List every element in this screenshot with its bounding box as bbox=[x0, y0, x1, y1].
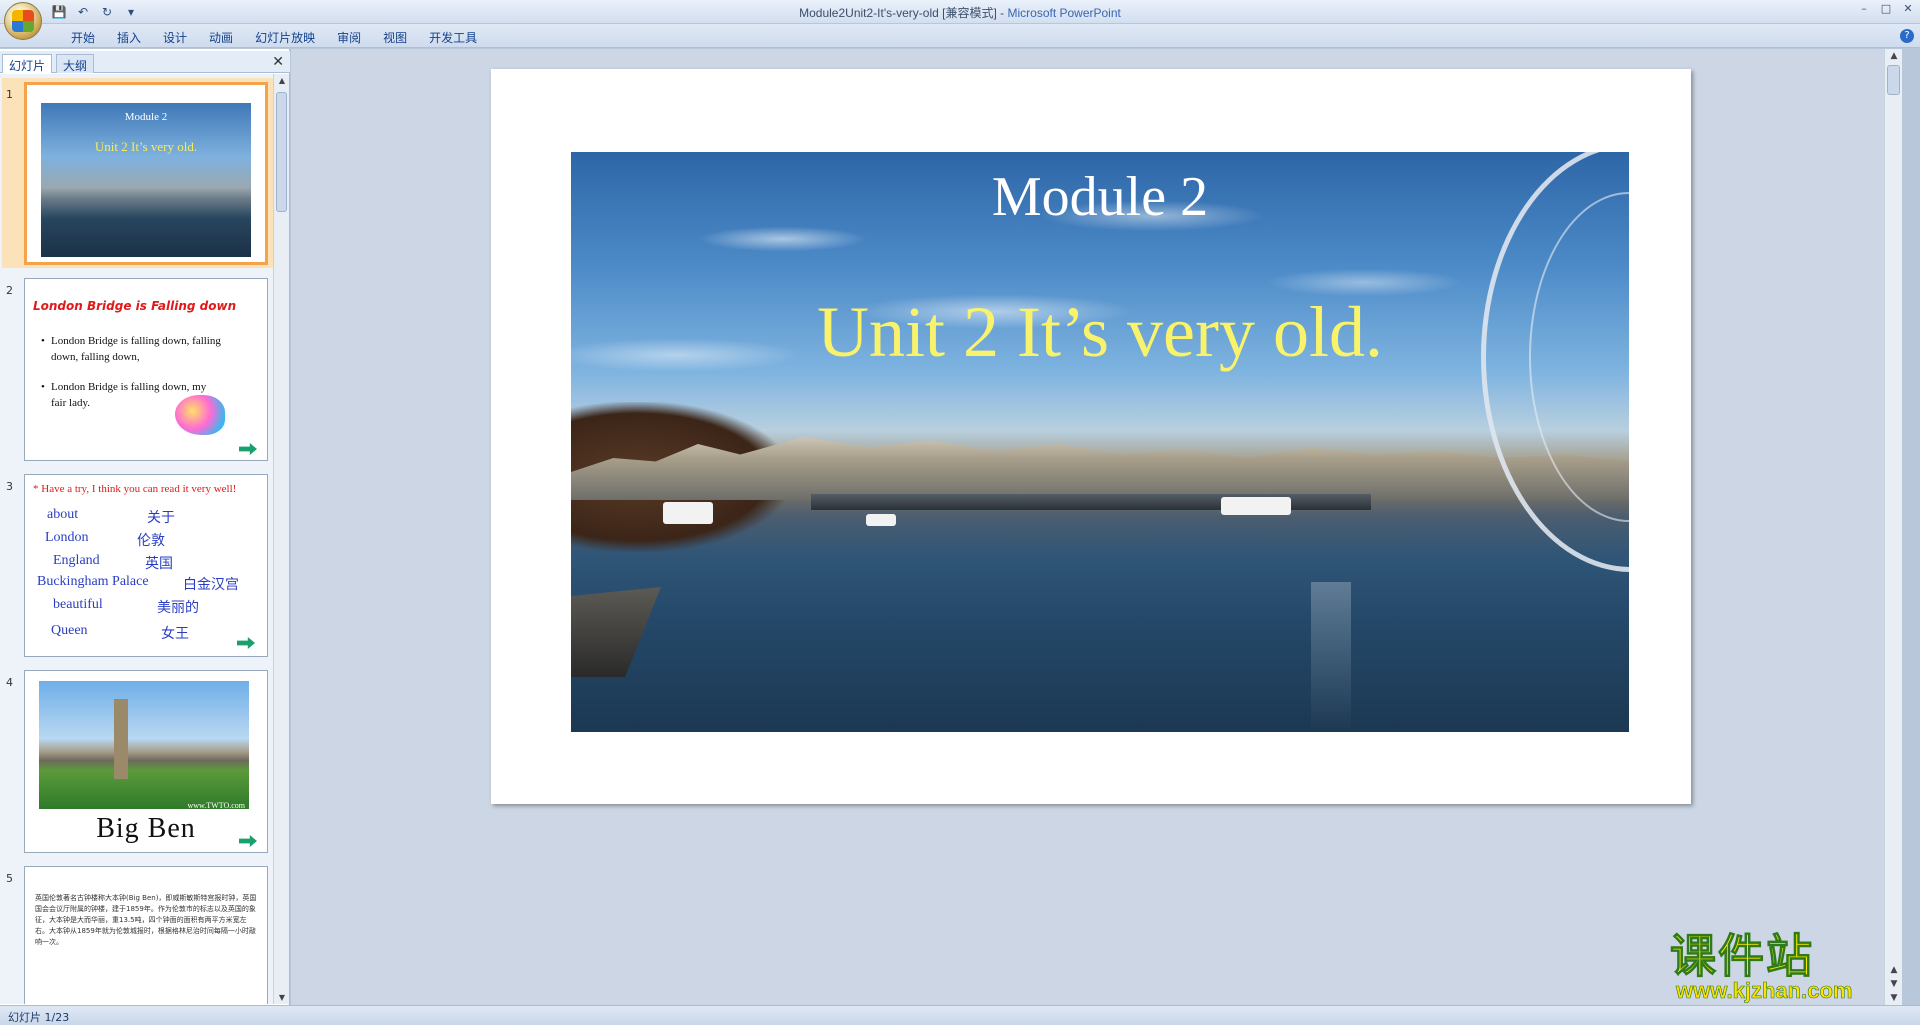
embankment bbox=[571, 587, 661, 677]
tab-insert[interactable]: 插入 bbox=[106, 29, 152, 46]
slide-editor: Module 2 Unit 2 It’s very old. ▲ ▲ ▼ ▼ bbox=[291, 49, 1902, 1005]
scroll-down-icon[interactable]: ▼ bbox=[274, 993, 290, 1002]
window-controls: – □ ✕ bbox=[1858, 2, 1914, 15]
word-chinese: 女王 bbox=[161, 627, 189, 642]
word-english: about bbox=[47, 507, 79, 522]
word-chinese: 白金汉宫 bbox=[183, 578, 239, 593]
ribbon-tabs: 开始 插入 设计 动画 幻灯片放映 审阅 视图 开发工具 bbox=[60, 29, 488, 46]
slide-number: 4 bbox=[6, 676, 13, 689]
slide-counter: 幻灯片 1/23 bbox=[8, 1011, 70, 1024]
close-icon[interactable]: ✕ bbox=[1902, 2, 1914, 15]
slide-number: 2 bbox=[6, 284, 13, 297]
slide-number: 1 bbox=[6, 88, 13, 101]
thumbnail-caption: Big Ben bbox=[96, 813, 196, 844]
slide-thumbnail-3[interactable]: 3 * Have a try, I think you can read it … bbox=[0, 474, 274, 670]
pane-tabs: 幻灯片 大纲 ✕ bbox=[0, 51, 290, 73]
thumbnail-frame[interactable]: * Have a try, I think you can read it ve… bbox=[24, 474, 268, 657]
word-chinese: 美丽的 bbox=[157, 601, 199, 616]
slide-canvas[interactable]: Module 2 Unit 2 It’s very old. bbox=[491, 69, 1691, 804]
london-bridge-logo-icon bbox=[175, 395, 225, 435]
word-chinese: 伦敦 bbox=[137, 534, 165, 549]
thumbnail-frame[interactable]: www.TWTO.com Big Ben bbox=[24, 670, 268, 853]
clock-tower-shape bbox=[114, 699, 128, 779]
big-ben-photo: www.TWTO.com bbox=[39, 681, 249, 810]
tab-outline[interactable]: 大纲 bbox=[56, 54, 95, 73]
slide-number: 5 bbox=[6, 872, 13, 885]
scroll-up-icon[interactable]: ▲ bbox=[274, 76, 290, 85]
window-title: Module2Unit2-It's-very-old [兼容模式] - Micr… bbox=[0, 4, 1920, 21]
thumbnail-title: London Bridge is Falling down bbox=[33, 299, 237, 313]
next-arrow-icon bbox=[239, 443, 257, 455]
title-bar: 💾 ↶ ↻ ▾ Module2Unit2-It's-very-old [兼容模式… bbox=[0, 0, 1920, 40]
boat bbox=[866, 514, 896, 526]
ribbon: 开始 插入 设计 动画 幻灯片放映 审阅 视图 开发工具 ? bbox=[0, 24, 1920, 48]
minimize-icon[interactable]: – bbox=[1858, 2, 1870, 15]
thumbnail-body-text: 英国伦敦著名古钟楼称大本钟(Big Ben)，即威斯敏斯特宫报时钟，英国国会会议… bbox=[35, 894, 257, 946]
photo-watermark: www.TWTO.com bbox=[187, 801, 245, 810]
thames-photo bbox=[571, 152, 1629, 732]
word-english: beautiful bbox=[53, 597, 103, 612]
thumbnail-frame[interactable]: Module 2 Unit 2 It’s very old. bbox=[24, 82, 268, 265]
slide-thumbnail-4[interactable]: 4 www.TWTO.com Big Ben bbox=[0, 670, 274, 866]
pane-close-icon[interactable]: ✕ bbox=[272, 54, 284, 70]
tab-home[interactable]: 开始 bbox=[60, 29, 106, 46]
word-chinese: 英国 bbox=[145, 557, 173, 572]
boat bbox=[1221, 497, 1291, 515]
thumbnail-instruction: * Have a try, I think you can read it ve… bbox=[33, 483, 237, 495]
tab-slides[interactable]: 幻灯片 bbox=[2, 54, 53, 73]
next-arrow-icon bbox=[237, 637, 255, 649]
slide-thumbnail-2[interactable]: 2 London Bridge is Falling down London B… bbox=[0, 278, 274, 474]
thumbnail-bullet: London Bridge is falling down, falling d… bbox=[41, 333, 221, 365]
tab-slideshow[interactable]: 幻灯片放映 bbox=[244, 29, 326, 46]
slides-pane-scrollbar[interactable]: ▲ ▼ bbox=[273, 74, 289, 1004]
word-english: London bbox=[45, 530, 89, 545]
slide-thumbnail-1[interactable]: 1 Module 2 Unit 2 It’s very old. bbox=[0, 78, 274, 278]
word-english: Queen bbox=[51, 623, 88, 638]
scrollbar-thumb[interactable] bbox=[276, 92, 287, 212]
tab-review[interactable]: 审阅 bbox=[326, 29, 372, 46]
watermark-brand: 课件站 bbox=[1670, 929, 1814, 984]
slide-thumbnails: 1 Module 2 Unit 2 It’s very old. 2 Londo… bbox=[0, 74, 274, 1004]
help-icon[interactable]: ? bbox=[1900, 29, 1914, 43]
office-logo-icon bbox=[12, 10, 34, 32]
slides-pane: 幻灯片 大纲 ✕ 1 Module 2 Unit 2 It’s very old… bbox=[0, 49, 290, 1005]
title-separator: - bbox=[996, 6, 1008, 20]
thumbnail-subtitle: Unit 2 It’s very old. bbox=[94, 139, 198, 154]
editor-scrollbar[interactable]: ▲ ▲ ▼ ▼ bbox=[1884, 49, 1902, 1005]
boat bbox=[663, 502, 713, 524]
tab-view[interactable]: 视图 bbox=[372, 29, 418, 46]
thumbnail-frame[interactable]: 英国伦敦著名古钟楼称大本钟(Big Ben)，即威斯敏斯特宫报时钟，英国国会会议… bbox=[24, 866, 268, 1004]
tab-design[interactable]: 设计 bbox=[152, 29, 198, 46]
word-english: England bbox=[53, 553, 100, 568]
status-bar: 幻灯片 1/23 bbox=[0, 1005, 1920, 1025]
tab-animations[interactable]: 动画 bbox=[198, 29, 244, 46]
word-chinese: 关于 bbox=[147, 511, 175, 526]
slide-title[interactable]: Module 2 bbox=[571, 165, 1629, 229]
site-watermark: 课件站 www.kjzhan.com bbox=[1670, 920, 1900, 1005]
office-button[interactable] bbox=[4, 2, 42, 40]
thumbnail-photo: Module 2 Unit 2 It’s very old. bbox=[41, 103, 251, 257]
slide-number: 3 bbox=[6, 480, 13, 493]
word-english: Buckingham Palace bbox=[37, 574, 149, 589]
maximize-icon[interactable]: □ bbox=[1880, 2, 1892, 15]
scrollbar-thumb[interactable] bbox=[1887, 65, 1900, 95]
slide-thumbnail-5[interactable]: 5 英国伦敦著名古钟楼称大本钟(Big Ben)，即威斯敏斯特宫报时钟，英国国会… bbox=[0, 866, 274, 1004]
scroll-up-icon[interactable]: ▲ bbox=[1885, 51, 1903, 61]
thumbnail-frame[interactable]: London Bridge is Falling down London Bri… bbox=[24, 278, 268, 461]
app-name: Microsoft PowerPoint bbox=[1007, 6, 1121, 20]
water-reflection bbox=[1311, 582, 1351, 732]
slide-subtitle[interactable]: Unit 2 It’s very old. bbox=[571, 291, 1629, 374]
document-title: Module2Unit2-It's-very-old [兼容模式] bbox=[799, 6, 997, 20]
tab-developer[interactable]: 开发工具 bbox=[418, 29, 488, 46]
watermark-url: www.kjzhan.com bbox=[1676, 978, 1853, 1004]
thumbnail-title: Module 2 bbox=[124, 111, 168, 123]
